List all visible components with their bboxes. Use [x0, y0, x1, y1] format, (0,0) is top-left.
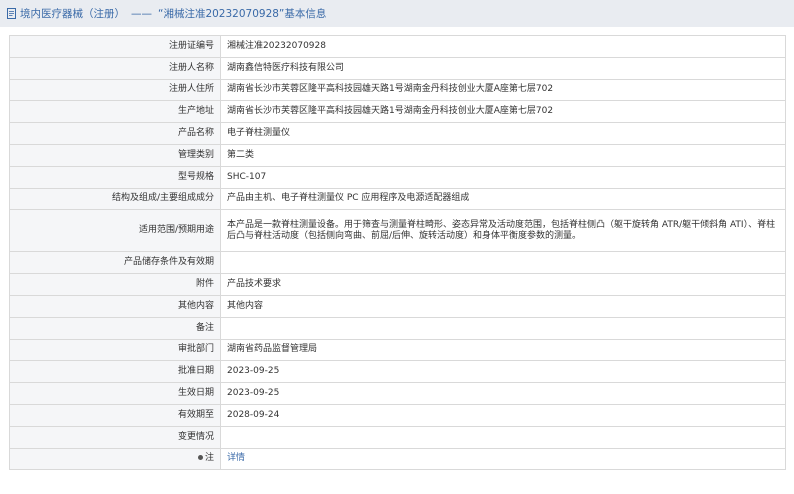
- table-row: 生产地址 湖南省长沙市芙蓉区隆平高科技园雄天路1号湖南金丹科技创业大厦A座第七层…: [9, 100, 786, 124]
- table-row: 注册人住所 湖南省长沙市芙蓉区隆平高科技园雄天路1号湖南金丹科技创业大厦A座第七…: [9, 78, 786, 102]
- field-label: 备注: [9, 316, 221, 340]
- table-row: 变更情况: [9, 425, 786, 449]
- field-label: 有效期至: [9, 403, 221, 427]
- field-label: 产品储存条件及有效期: [9, 251, 221, 275]
- table-row: 备注: [9, 316, 786, 340]
- table-row: 管理类别 第二类: [9, 143, 786, 167]
- bullet-icon: [197, 455, 203, 461]
- field-value: 2023-09-25: [220, 382, 786, 405]
- device-info-table: 注册证编号 湘械注准20232070928 注册人名称 湖南鑫信特医疗科技有限公…: [9, 35, 786, 471]
- field-value: 湖南省长沙市芙蓉区隆平高科技园雄天路1号湖南金丹科技创业大厦A座第七层702: [220, 100, 786, 124]
- table-row: 结构及组成/主要组成成分 产品由主机、电子脊柱测量仪 PC 应用程序及电源适配器…: [9, 187, 786, 211]
- field-label: 变更情况: [9, 425, 221, 449]
- field-value: 其他内容: [220, 294, 786, 318]
- table-row: 其他内容 其他内容: [9, 294, 786, 318]
- page-title: “湘械注准20232070928”基本信息: [158, 8, 327, 20]
- field-value: [220, 316, 786, 340]
- field-value: 2028-09-24: [220, 403, 786, 427]
- field-label: 注册人名称: [9, 56, 221, 80]
- field-label: 生产地址: [9, 100, 221, 124]
- field-label: 注: [9, 447, 221, 471]
- field-value: 本产品是一款脊柱测量设备。用于筛查与测量脊柱畸形、姿态异常及活动度范围，包括脊柱…: [220, 209, 786, 253]
- field-label: 管理类别: [9, 143, 221, 167]
- field-value: 详情: [220, 447, 786, 471]
- table-row: 注册证编号 湘械注准20232070928: [9, 35, 786, 58]
- breadcrumb-category[interactable]: 境内医疗器械（注册）: [20, 6, 125, 21]
- field-label: 注册人住所: [9, 78, 221, 102]
- table-row: 注册人名称 湖南鑫信特医疗科技有限公司: [9, 56, 786, 80]
- table-row: 适用范围/预期用途 本产品是一款脊柱测量设备。用于筛查与测量脊柱畸形、姿态异常及…: [9, 209, 786, 253]
- field-label: 结构及组成/主要组成成分: [9, 187, 221, 211]
- field-value: [220, 425, 786, 449]
- field-value: 湖南鑫信特医疗科技有限公司: [220, 56, 786, 80]
- field-value: 湘械注准20232070928: [220, 35, 786, 58]
- note-label: 注: [204, 453, 214, 464]
- field-value: 电子脊柱测量仪: [220, 122, 786, 145]
- field-value: 产品由主机、电子脊柱测量仪 PC 应用程序及电源适配器组成: [220, 187, 786, 211]
- table-row: 附件 产品技术要求: [9, 273, 786, 296]
- table-row: 注 详情: [9, 447, 786, 471]
- field-value: 湖南省药品监督管理局: [220, 338, 786, 362]
- document-icon: [6, 8, 18, 20]
- details-link[interactable]: 详情: [227, 453, 245, 463]
- table-row: 审批部门 湖南省药品监督管理局: [9, 338, 786, 362]
- field-label: 产品名称: [9, 122, 221, 145]
- page-header: 境内医疗器械（注册） —— “湘械注准20232070928”基本信息: [0, 0, 794, 27]
- table-row: 产品名称 电子脊柱测量仪: [9, 122, 786, 145]
- field-label: 审批部门: [9, 338, 221, 362]
- field-label: 附件: [9, 273, 221, 296]
- field-label: 注册证编号: [9, 35, 221, 58]
- table-row: 型号规格 SHC-107: [9, 165, 786, 189]
- table-row: 有效期至 2028-09-24: [9, 403, 786, 427]
- field-value: SHC-107: [220, 165, 786, 189]
- table-row: 生效日期 2023-09-25: [9, 382, 786, 405]
- field-value: [220, 251, 786, 275]
- breadcrumb-separator: ——: [131, 7, 152, 20]
- field-value: 2023-09-25: [220, 360, 786, 384]
- table-row: 批准日期 2023-09-25: [9, 360, 786, 384]
- field-label: 生效日期: [9, 382, 221, 405]
- field-label: 其他内容: [9, 294, 221, 318]
- field-label: 批准日期: [9, 360, 221, 384]
- table-row: 产品储存条件及有效期: [9, 251, 786, 275]
- field-label: 适用范围/预期用途: [9, 209, 221, 253]
- field-value: 第二类: [220, 143, 786, 167]
- field-label: 型号规格: [9, 165, 221, 189]
- field-value: 湖南省长沙市芙蓉区隆平高科技园雄天路1号湖南金丹科技创业大厦A座第七层702: [220, 78, 786, 102]
- field-value: 产品技术要求: [220, 273, 786, 296]
